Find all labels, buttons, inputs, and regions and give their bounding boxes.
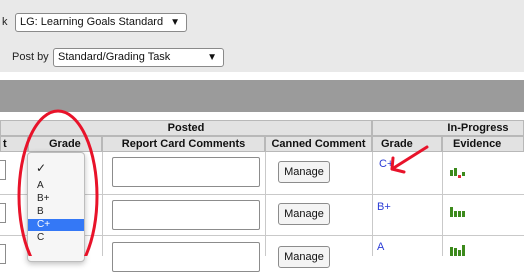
chevron-down-icon: ▼ <box>207 52 217 63</box>
grade-column-header: Grade <box>28 136 102 152</box>
inprogress-grade-header: Grade <box>372 136 442 152</box>
evidence-chart-icon <box>450 207 465 217</box>
evidence-header: Evidence <box>442 136 524 152</box>
grid-line <box>372 152 373 256</box>
grade-option[interactable]: B <box>28 206 84 218</box>
grid-line <box>102 152 103 256</box>
postby-select-value: Standard/Grading Task <box>58 51 171 63</box>
report-card-comments-header: Report Card Comments <box>102 136 265 152</box>
task-label-fragment: k <box>2 16 8 28</box>
report-card-comment-input[interactable] <box>112 242 260 272</box>
canned-comment-header: Canned Comment <box>265 136 372 152</box>
grade-option-selected[interactable]: C+ <box>28 219 84 231</box>
grade-option[interactable]: B+ <box>28 193 84 205</box>
truncated-input[interactable] <box>0 203 6 223</box>
inprogress-grade: A <box>377 241 385 253</box>
evidence-chart-icon <box>450 168 465 178</box>
annotation-arrowhead <box>390 156 406 174</box>
grade-option[interactable]: A <box>28 180 84 192</box>
task-select[interactable]: LG: Learning Goals Standard ▼ <box>15 13 187 32</box>
manage-button[interactable]: Manage <box>278 246 330 268</box>
inprogress-grade: B+ <box>377 201 391 213</box>
report-card-comment-input[interactable] <box>112 157 260 187</box>
section-toolbar <box>0 80 524 112</box>
chevron-down-icon: ▼ <box>170 17 180 28</box>
grade-option[interactable]: C <box>28 232 84 244</box>
manage-button[interactable]: Manage <box>278 161 330 183</box>
posted-header: Posted <box>0 120 372 136</box>
grade-dropdown-menu[interactable]: ✓ A B+ B C+ C <box>27 152 85 262</box>
checkmark-icon: ✓ <box>36 161 47 175</box>
inprogress-grade: C+ <box>379 158 394 170</box>
truncated-column-header: t <box>0 136 28 152</box>
manage-button[interactable]: Manage <box>278 203 330 225</box>
postby-label: Post by <box>12 51 49 63</box>
postby-select[interactable]: Standard/Grading Task ▼ <box>53 48 224 67</box>
evidence-chart-icon <box>450 245 465 256</box>
report-card-comment-input[interactable] <box>112 200 260 230</box>
inprogress-header: In-Progress <box>372 120 524 136</box>
truncated-input[interactable] <box>0 160 6 180</box>
grid-line <box>442 152 443 256</box>
truncated-input[interactable] <box>0 244 6 264</box>
task-select-value: LG: Learning Goals Standard <box>20 16 164 28</box>
grid-line <box>265 152 266 256</box>
